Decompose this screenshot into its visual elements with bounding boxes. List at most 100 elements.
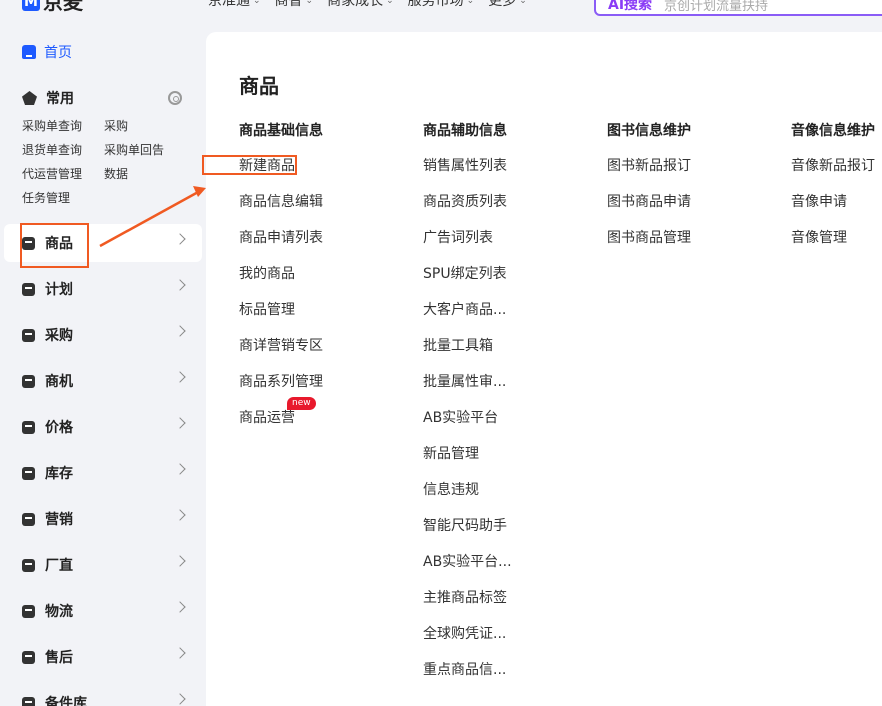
logo[interactable]: M 京麦 <box>22 0 83 14</box>
sidebar-item-label: 采购 <box>45 328 73 344</box>
menu-link[interactable]: 图书商品管理 <box>607 228 691 248</box>
column-title: 图书信息维护 <box>607 123 691 139</box>
sidebar-item-label: 价格 <box>45 420 73 436</box>
chevron-down-icon: ⌄ <box>253 0 261 6</box>
sidebar-item-aftersale[interactable]: 售后 <box>4 638 202 676</box>
ai-search-box[interactable]: AI搜索 京创计划流量扶持 <box>594 0 882 16</box>
sidebar: 首页 常用 采购单查询 采购 退货单查询 采购单回告 代运营管理 数据 任务管理… <box>0 32 206 706</box>
sidebar-item-logistics[interactable]: 物流 <box>4 592 202 630</box>
chevron-right-icon <box>174 555 186 567</box>
ai-search-label: AI搜索 <box>608 0 653 13</box>
quick-link-po-reply[interactable]: 采购单回告 <box>104 142 184 158</box>
quick-link-purchase[interactable]: 采购 <box>104 118 184 134</box>
chevron-right-icon <box>174 233 186 245</box>
logo-text: 京麦 <box>43 0 83 14</box>
menu-link[interactable]: AB实验平台 <box>423 408 512 428</box>
menu-link[interactable]: 我的商品 <box>239 264 323 284</box>
chevron-right-icon <box>174 325 186 337</box>
highlight-box-product-menu <box>20 223 89 268</box>
common-icon <box>22 91 37 105</box>
topnav-item-more[interactable]: 更多 ⌄ <box>488 0 527 11</box>
menu-link[interactable]: 重点商品信... <box>423 660 512 680</box>
sidebar-item-label: 备件库 <box>45 696 87 706</box>
search-placeholder: 京创计划流量扶持 <box>664 0 769 14</box>
product-menu-panel: 商品 商品基础信息 新建商品 商品信息编辑 商品申请列表 我的商品 标品管理 商… <box>206 32 882 706</box>
settings-icon[interactable] <box>168 91 182 105</box>
menu-link[interactable]: AB实验平台... <box>423 552 512 572</box>
top-bar: M 京麦 京准通 ⌄ 商智 ⌄ 商家成长 ⌄ 服务市场 ⌄ 更多 ⌄ AI搜索 京创计划流… <box>0 0 882 16</box>
menu-link-product-ops[interactable]: 商品运营 new <box>239 397 323 428</box>
marketing-icon <box>22 512 35 526</box>
chevron-down-icon: ⌄ <box>519 0 527 6</box>
quick-link-agency[interactable]: 代运营管理 <box>22 166 104 182</box>
menu-link[interactable]: 大客户商品... <box>423 300 512 320</box>
column-title: 商品基础信息 <box>239 123 323 139</box>
topnav-item-growth[interactable]: 商家成长 ⌄ <box>327 0 394 11</box>
menu-link[interactable]: 新品管理 <box>423 444 512 464</box>
menu-link[interactable]: 批量工具箱 <box>423 336 512 356</box>
topnav-item-shangzhi[interactable]: 商智 ⌄ <box>275 0 314 11</box>
purchase-icon <box>22 328 35 342</box>
sidebar-item-label: 计划 <box>45 282 73 298</box>
menu-link[interactable]: 图书新品报订 <box>607 156 691 176</box>
menu-link[interactable]: 主推商品标签 <box>423 588 512 608</box>
highlight-box-new-product <box>202 155 297 175</box>
menu-link[interactable]: 商品申请列表 <box>239 228 323 248</box>
inventory-icon <box>22 466 35 480</box>
chevron-right-icon <box>174 417 186 429</box>
chevron-right-icon <box>174 601 186 613</box>
spare-parts-icon <box>22 696 35 706</box>
sidebar-item-inventory[interactable]: 库存 <box>4 454 202 492</box>
topnav-item-service-market[interactable]: 服务市场 ⌄ <box>408 0 475 11</box>
menu-link[interactable]: 广告词列表 <box>423 228 512 248</box>
sidebar-item-spare-parts[interactable]: 备件库 <box>4 684 202 706</box>
sidebar-item-opportunity[interactable]: 商机 <box>4 362 202 400</box>
common-label: 常用 <box>46 91 74 107</box>
sidebar-item-home[interactable]: 首页 <box>22 42 72 62</box>
sidebar-item-label: 物流 <box>45 604 73 620</box>
sidebar-item-purchase[interactable]: 采购 <box>4 316 202 354</box>
price-icon <box>22 420 35 434</box>
menu-link-label: 商品运营 <box>239 410 295 426</box>
menu-link[interactable]: 商品系列管理 <box>239 372 323 392</box>
menu-link[interactable]: 商详营销专区 <box>239 336 323 356</box>
menu-link[interactable]: 商品信息编辑 <box>239 192 323 212</box>
quick-link-tasks[interactable]: 任务管理 <box>22 190 104 206</box>
menu-link[interactable]: 音像新品报订 <box>791 156 875 176</box>
menu-link[interactable]: 图书商品申请 <box>607 192 691 212</box>
menu-link[interactable]: 智能尺码助手 <box>423 516 512 536</box>
plan-icon <box>22 282 35 296</box>
menu-link[interactable]: 全球购凭证... <box>423 624 512 644</box>
sidebar-item-label: 售后 <box>45 650 73 666</box>
menu-link[interactable]: SPU绑定列表 <box>423 264 512 284</box>
home-icon <box>22 45 36 59</box>
column-title: 商品辅助信息 <box>423 123 507 139</box>
quick-link-data[interactable]: 数据 <box>104 166 184 182</box>
menu-link[interactable]: 信息违规 <box>423 480 512 500</box>
sidebar-item-marketing[interactable]: 营销 <box>4 500 202 538</box>
chevron-down-icon: ⌄ <box>386 0 394 6</box>
logistics-icon <box>22 604 35 618</box>
menu-link[interactable]: 音像管理 <box>791 228 875 248</box>
column-aux-info: 商品辅助信息 销售属性列表 商品资质列表 广告词列表 SPU绑定列表 大客户商品… <box>423 122 512 696</box>
menu-link[interactable]: 批量属性审... <box>423 372 512 392</box>
menu-link[interactable]: 标品管理 <box>239 300 323 320</box>
sidebar-item-plan[interactable]: 计划 <box>4 270 202 308</box>
sidebar-item-factory[interactable]: 厂直 <box>4 546 202 584</box>
new-badge: new <box>287 397 316 410</box>
home-label: 首页 <box>44 45 72 61</box>
quick-link-po-query[interactable]: 采购单查询 <box>22 118 104 134</box>
factory-icon <box>22 558 35 572</box>
sidebar-item-label: 商机 <box>45 374 73 390</box>
chevron-right-icon <box>174 371 186 383</box>
sidebar-item-price[interactable]: 价格 <box>4 408 202 446</box>
quick-link-return-query[interactable]: 退货单查询 <box>22 142 104 158</box>
menu-link[interactable]: 商品资质列表 <box>423 192 512 212</box>
topnav-item-jingzhuntong[interactable]: 京准通 ⌄ <box>208 0 261 11</box>
chevron-right-icon <box>174 693 186 705</box>
aftersale-icon <box>22 650 35 664</box>
menu-link[interactable]: 音像申请 <box>791 192 875 212</box>
sidebar-item-label: 厂直 <box>45 558 73 574</box>
menu-link[interactable]: 销售属性列表 <box>423 156 512 176</box>
column-title: 音像信息维护 <box>791 123 875 139</box>
